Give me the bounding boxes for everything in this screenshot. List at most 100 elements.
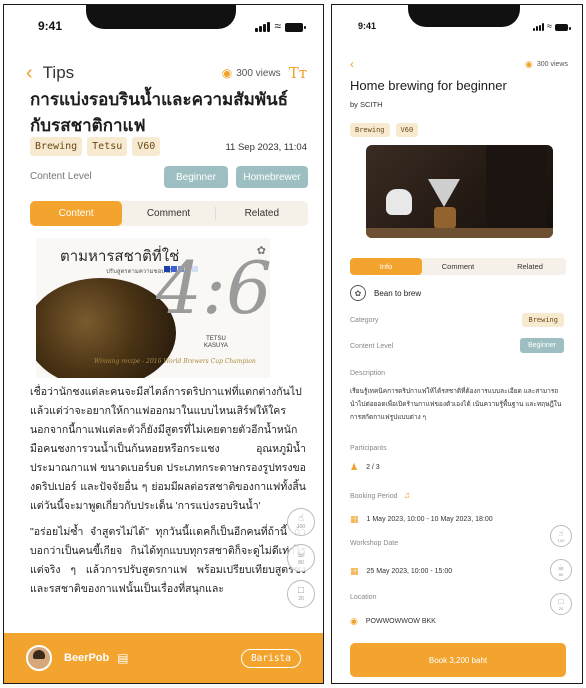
tab-content[interactable]: Content — [30, 201, 123, 226]
description-label: Description — [350, 370, 386, 377]
level-badge-homebrewer: Homebrewer — [236, 166, 308, 188]
notch — [408, 5, 520, 27]
tab-related[interactable]: Related — [494, 258, 566, 275]
tag-chip[interactable]: V60 — [132, 137, 161, 156]
like-count: 100 — [296, 524, 306, 530]
tab-comment[interactable]: Comment — [122, 201, 214, 226]
back-label[interactable]: Tips — [43, 63, 75, 83]
publish-date: 11 Sep 2023, 11:04 — [225, 142, 307, 153]
location-label: Location — [350, 594, 377, 601]
wifi-icon: ≈ — [547, 21, 552, 31]
calendar-icon: ▦ — [350, 566, 359, 576]
content-level-label: Content Level — [30, 171, 92, 182]
floating-actions: ☝ 100 ☕ 80 □ 20 — [287, 508, 315, 608]
author-role-badge: Barista — [240, 648, 301, 668]
hero-image-person: TETSU KASUYA — [204, 336, 228, 350]
like-button[interactable]: ☝ 100 — [550, 525, 572, 547]
bookmark-button[interactable]: □ 20 — [550, 593, 572, 615]
participants-value: 2 / 3 — [366, 464, 380, 471]
organizer[interactable]: ✿ Bean to brew — [350, 285, 421, 301]
tab-info[interactable]: Info — [350, 258, 422, 275]
tag-chip[interactable]: Brewing — [350, 123, 390, 137]
thumbs-up-icon: ☝ — [297, 513, 305, 524]
bookmark-icon: □ — [558, 596, 564, 606]
hero-image-person-last: KASUYA — [204, 343, 228, 349]
views-text: 300 views — [536, 61, 568, 68]
article-title: การแบ่งรอบรินน้ำและความสัมพันธ์กับรสชาติ… — [30, 90, 289, 135]
location-pin-icon: ◉ — [350, 616, 358, 626]
bookmark-button[interactable]: □ 20 — [287, 580, 315, 608]
tab-related[interactable]: Related — [216, 201, 308, 226]
organizer-logo-icon: ✿ — [350, 285, 366, 301]
battery-icon — [285, 23, 306, 32]
hero-image: ตามหารสชาติที่ใช่ ปรับสูตรตามความชอบได้ … — [36, 238, 270, 378]
back-button[interactable]: ‹ — [350, 57, 354, 71]
eye-icon: ◉ — [221, 66, 233, 80]
workshop-date-row: ▦ 25 May 2023, 10:00 - 15:00 — [350, 566, 452, 577]
floating-actions: ☝ 100 ☕ 80 □ 20 — [550, 525, 572, 615]
coffee-button[interactable]: ☕ 80 — [287, 544, 315, 572]
text-size-icon[interactable]: Tт — [289, 64, 307, 82]
server-shape — [434, 207, 456, 229]
barista-figure — [486, 145, 546, 238]
coffee-count: 80 — [558, 571, 564, 577]
dripper-shape — [428, 179, 460, 207]
workshop-date-value: 25 May 2023, 10:00 - 15:00 — [366, 568, 453, 575]
thumbs-up-icon: ☝ — [558, 528, 564, 538]
category-chip: Brewing — [522, 313, 564, 327]
bell-icon[interactable]: ♫ — [403, 490, 410, 500]
coffee-cup-icon: ☕ — [557, 562, 565, 572]
participants-row: ♟ 2 / 3 — [350, 462, 380, 473]
tag-chip[interactable]: V60 — [395, 123, 419, 137]
content-level-label: Content Level — [350, 343, 394, 350]
organizer-name: Bean to brew — [374, 288, 422, 298]
tag-chip[interactable]: Brewing — [30, 137, 83, 156]
booking-period-value: 1 May 2023, 10:00 - 10 May 2023, 18:00 — [366, 516, 493, 523]
brand-logo-icon: ✿ — [256, 245, 266, 257]
participants-label: Participants — [350, 445, 387, 452]
booking-period-label: Booking Period — [350, 493, 398, 500]
status-time: 9:41 — [38, 19, 63, 33]
booking-period-row: Booking Period ♫ — [350, 490, 410, 500]
book-icon[interactable]: ▤ — [117, 651, 128, 665]
book-button[interactable]: Book 3,200 baht — [350, 643, 566, 677]
body-paragraph: "อร่อยไม่ซ้ำ จำสูตรไม่ได้" ทุกวันนี้เเดค… — [30, 526, 306, 595]
status-bar: 9:41 ≈ — [4, 5, 323, 39]
system-icons: ≈ — [533, 21, 571, 31]
back-button[interactable]: ‹ — [26, 63, 33, 83]
location-row: ◉ POWWOWWOW BKK — [350, 616, 436, 627]
author-bar: BeerPob ▤ Barista — [4, 633, 323, 683]
table-surface — [366, 228, 553, 238]
coffee-count: 80 — [298, 560, 304, 566]
views-text: 300 views — [236, 67, 281, 79]
author-name[interactable]: BeerPob — [64, 652, 109, 664]
description-text: เรียนรู้เทคนิคการดริปกาแฟให้ได้รสชาติที่… — [350, 388, 562, 421]
tag-chip[interactable]: Tetsu — [87, 137, 128, 156]
location-value: POWWOWWOW BKK — [365, 618, 436, 625]
booking-period-value-row: ▦ 1 May 2023, 10:00 - 10 May 2023, 18:00 — [350, 514, 493, 525]
calendar-icon: ▦ — [350, 514, 359, 524]
left-screen: 9:41 ≈ ‹ Tips ◉ 300 views Tт การแบ่งรอบร… — [3, 4, 324, 684]
coffee-cup-icon: ☕ — [296, 549, 306, 560]
article-body: เชื่อว่านักชงแต่ละคนจะมีสไตล์การดริปกาแฟ… — [30, 383, 306, 606]
hero-image-caption: Winning recipe - 2016 World Brewers Cup … — [94, 358, 256, 365]
bookmark-icon: □ — [297, 585, 305, 596]
status-time: 9:41 — [358, 21, 377, 31]
tag-list: Brewing V60 — [350, 123, 419, 137]
views-counter: ◉ 300 views — [525, 59, 568, 70]
tab-bar: Info Comment Related — [350, 258, 566, 275]
level-badge-beginner: Beginner — [519, 338, 564, 353]
tab-comment[interactable]: Comment — [422, 258, 494, 275]
workshop-title: Home brewing for beginner — [350, 78, 507, 93]
workshop-photo — [366, 145, 553, 238]
header: ‹ Tips ◉ 300 views Tт — [26, 63, 307, 83]
coffee-button[interactable]: ☕ 80 — [550, 559, 572, 581]
avatar[interactable] — [26, 645, 52, 671]
workshop-host: by SCITH — [350, 100, 383, 109]
like-count: 100 — [557, 537, 565, 543]
like-button[interactable]: ☝ 100 — [287, 508, 315, 536]
status-bar: 9:41 ≈ — [332, 5, 582, 39]
workshop-date-label: Workshop Date — [350, 540, 399, 547]
bookmark-count: 20 — [298, 596, 304, 602]
body-paragraph: เชื่อว่านักชงแต่ละคนจะมีสไตล์การดริปกาแฟ… — [30, 386, 306, 512]
